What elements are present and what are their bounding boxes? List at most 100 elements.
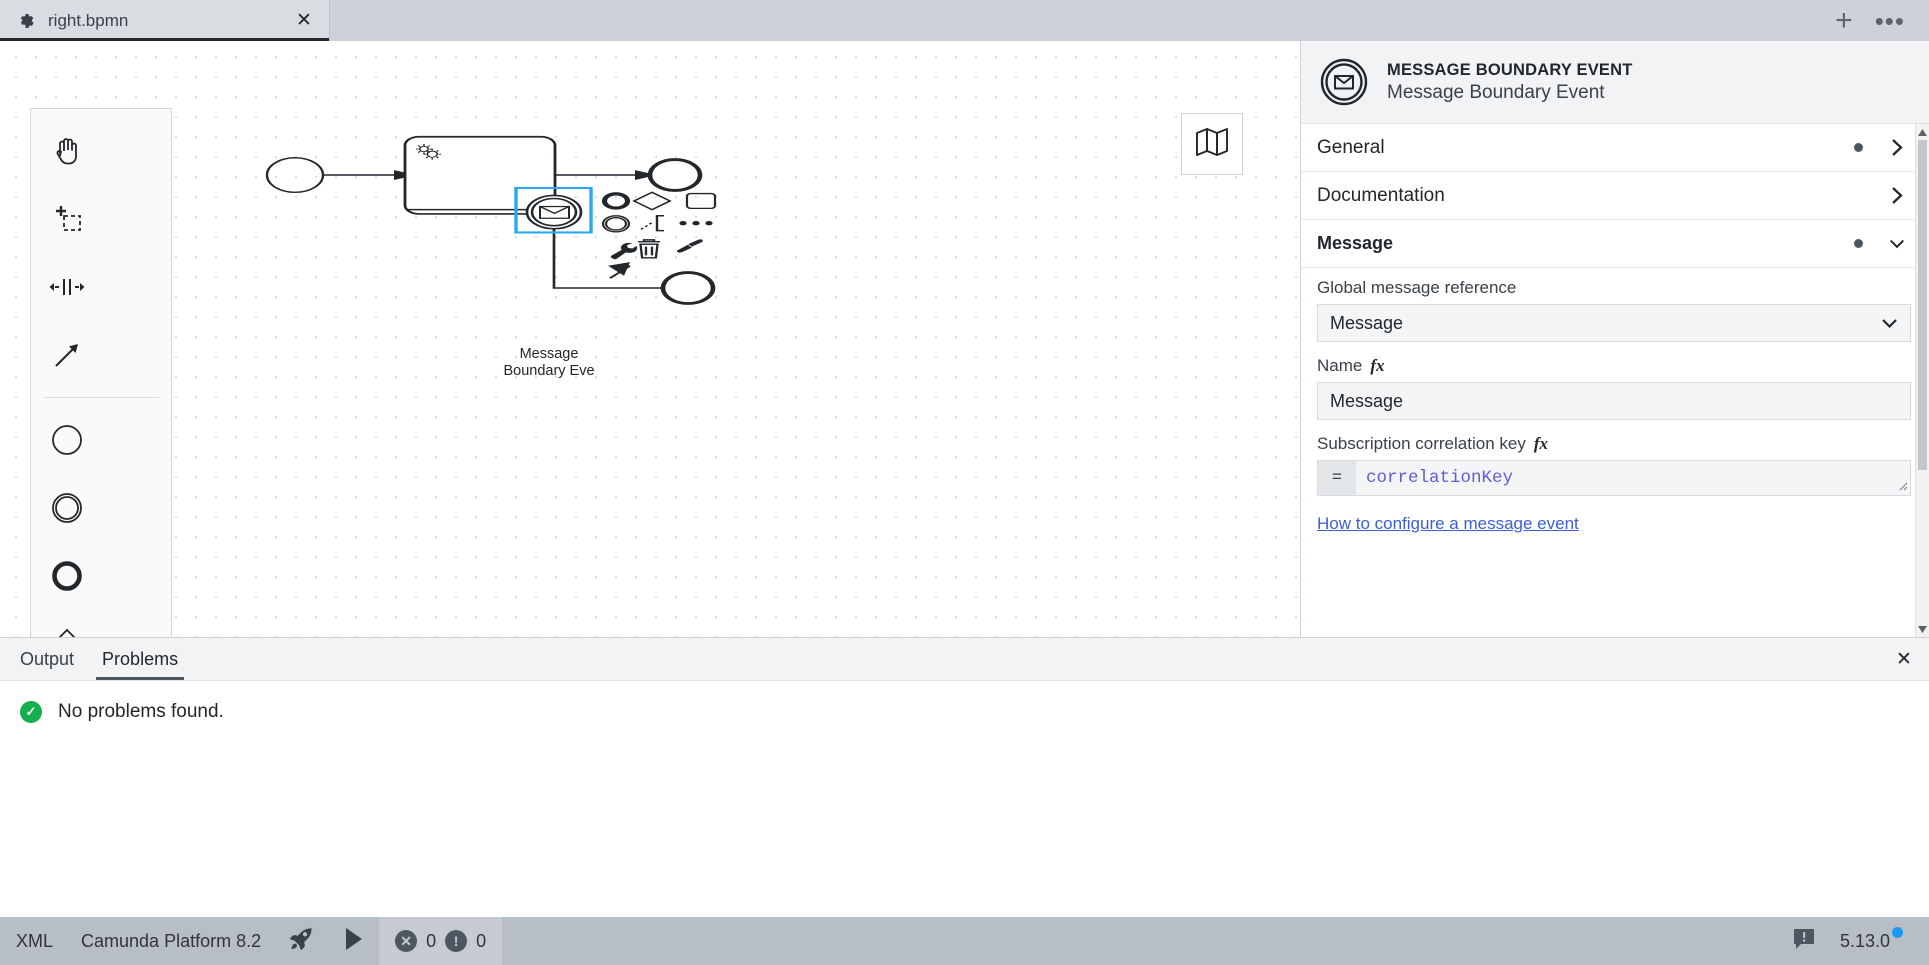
section-message-dot [1854,239,1863,248]
properties-header: MESSAGE BOUNDARY EVENT Message Boundary … [1301,41,1929,124]
chevron-down-icon [1881,313,1898,334]
update-available-dot [1892,927,1903,938]
tab-problems-label: Problems [102,648,179,669]
append-text-annotation-icon [640,215,664,232]
append-task-icon [685,192,717,210]
global-message-reference-select[interactable]: Message [1317,304,1911,342]
message-boundary-event-label: Message Boundary Eve [503,346,595,379]
scroll-up-icon[interactable] [1916,124,1929,140]
tab-output[interactable]: Output [6,638,88,680]
field-correlation-key: Subscription correlation key fx = correl… [1317,434,1911,496]
close-icon[interactable]: ✕ [1879,638,1929,680]
scrollbar-thumb[interactable] [1918,140,1927,470]
tab-bar-spacer [330,0,1835,41]
tab-title: right.bpmn [48,10,129,30]
chevron-right-icon [1889,186,1905,205]
correlation-key-label-row: Subscription correlation key fx [1317,434,1911,454]
element-type-label: MESSAGE BOUNDARY EVENT [1387,60,1633,79]
bottom-panel: Output Problems ✕ ✓ No problems found. [0,637,1929,917]
close-icon[interactable]: ✕ [293,10,315,32]
play-icon [343,927,365,956]
start-event [265,156,325,194]
context-pad [601,191,717,279]
notifications-button[interactable] [1778,917,1830,965]
scrollbar-space [1916,140,1929,621]
run-button[interactable] [329,917,379,965]
section-message[interactable]: Message [1301,220,1929,268]
check-circle-icon: ✓ [20,701,42,723]
section-documentation-label: Documentation [1317,184,1445,206]
resize-grip-icon[interactable] [1896,479,1908,494]
gear-icon [16,11,36,31]
fx-toggle-icon[interactable]: fx [1534,434,1548,454]
field-message-name: Name fx Message [1317,356,1911,420]
bpmn-canvas[interactable]: ••• [0,41,1300,637]
section-general-label: General [1317,136,1385,158]
status-bar: XML Camunda Platform 8.2 ✕ 0 ! 0 5.13.0 [0,917,1929,965]
end-event-top [647,158,703,192]
correlation-key-label: Subscription correlation key [1317,434,1526,453]
tab-right-bpmn[interactable]: right.bpmn ✕ [0,0,330,41]
set-color-brush-icon [676,239,703,253]
section-general[interactable]: General [1301,124,1929,172]
properties-scroll-area: General Documentation Message Global mes… [1301,124,1929,637]
message-boundary-event-icon [1319,57,1369,107]
tab-bar: right.bpmn ✕ + ••• [0,0,1929,41]
envelope-icon [539,205,570,219]
section-message-label: Message [1317,233,1394,253]
chevron-down-icon [1889,237,1905,250]
message-boundary-event [525,194,583,230]
message-name-input[interactable]: Message [1317,382,1911,420]
more-options-icon[interactable]: ••• [1875,8,1905,34]
status-bar-spacer [502,917,1778,965]
status-problems-button[interactable]: ✕ 0 ! 0 [379,917,503,965]
new-tab-icon[interactable]: + [1835,5,1853,36]
delete-trash-icon [638,239,660,259]
app-window: right.bpmn ✕ + ••• Message Boundary Eve … [0,0,1929,965]
bpmn-diagram[interactable] [0,41,1300,637]
error-icon: ✕ [395,930,418,952]
status-engine-label: Camunda Platform 8.2 [81,930,262,951]
append-intermediate-event-icon [601,215,631,233]
problems-status-row: ✓ No problems found. [20,701,1929,723]
correlation-key-value[interactable]: correlationKey [1356,461,1910,495]
rocket-icon [289,926,315,957]
section-general-dot [1854,143,1863,152]
notification-icon [1792,927,1816,956]
status-engine-button[interactable]: Camunda Platform 8.2 [67,917,275,965]
warning-count: 0 [476,930,487,951]
global-message-reference-value: Message [1330,312,1404,333]
message-name-label: Name [1317,356,1363,375]
tab-bar-actions: + ••• [1835,0,1929,41]
scroll-down-icon[interactable] [1916,621,1929,637]
append-end-event-icon [601,192,631,210]
global-message-reference-label: Global message reference [1317,278,1517,297]
chevron-right-icon [1889,138,1905,157]
version-button[interactable]: 5.13.0 [1830,917,1929,965]
context-more-icon [679,220,713,226]
problems-message: No problems found. [58,701,224,722]
problems-content: ✓ No problems found. [0,681,1929,917]
version-label: 5.13.0 [1839,930,1890,951]
main-body: ••• [0,41,1929,637]
append-gateway-icon [632,191,672,211]
element-name-label: Message Boundary Event [1387,81,1605,103]
error-count: 0 [426,930,437,951]
correlation-key-feel-editor[interactable]: = correlationKey [1317,460,1911,496]
deploy-button[interactable] [275,917,329,965]
end-event-bottom [660,271,716,305]
properties-header-text: MESSAGE BOUNDARY EVENT Message Boundary … [1387,61,1633,104]
message-name-label-row: Name fx [1317,356,1911,376]
section-documentation[interactable]: Documentation [1301,172,1929,220]
tab-output-label: Output [20,648,75,669]
tab-problems[interactable]: Problems [88,638,192,680]
properties-scrollbar[interactable] [1915,124,1929,637]
status-xml-label: XML [16,930,54,951]
properties-panel: MESSAGE BOUNDARY EVENT Message Boundary … [1300,41,1929,637]
message-name-value: Message [1330,390,1404,411]
message-event-help-link[interactable]: How to configure a message event [1317,514,1579,534]
status-xml-button[interactable]: XML [0,917,67,965]
fx-toggle-icon[interactable]: fx [1370,356,1384,376]
bottom-tabs-spacer [192,638,1879,680]
bottom-panel-tabs: Output Problems ✕ [0,637,1929,681]
